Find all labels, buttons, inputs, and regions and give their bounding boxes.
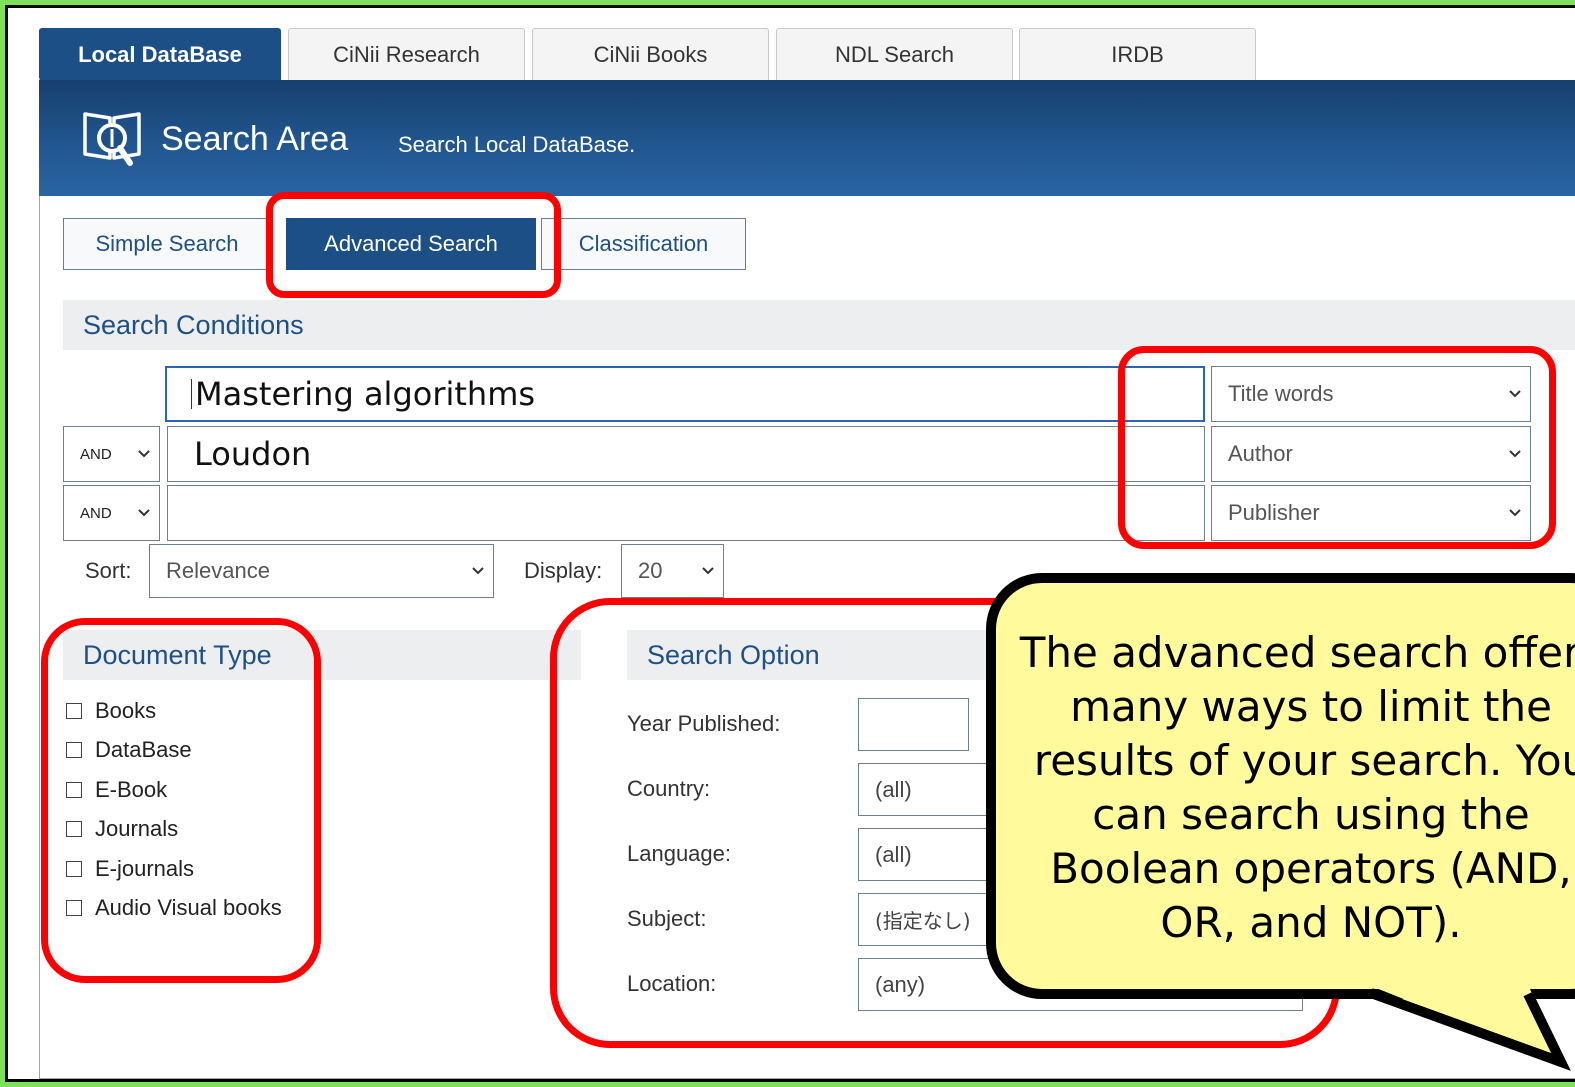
callout-tail bbox=[1369, 986, 1571, 1071]
page-frame: Local DataBase CiNii Research CiNii Book… bbox=[5, 5, 1575, 1082]
